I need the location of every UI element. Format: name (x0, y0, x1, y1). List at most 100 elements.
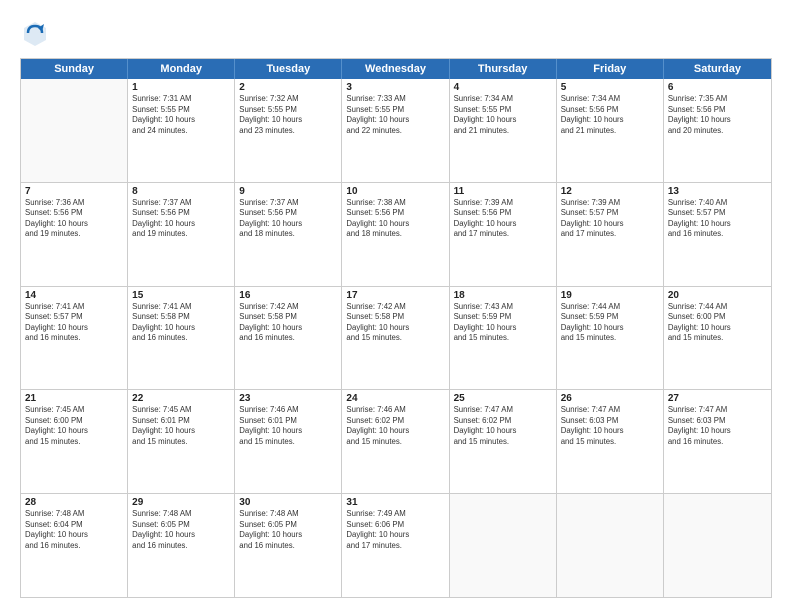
calendar-cell: 12Sunrise: 7:39 AMSunset: 5:57 PMDayligh… (557, 183, 664, 286)
day-info: Sunrise: 7:37 AMSunset: 5:56 PMDaylight:… (132, 198, 230, 240)
day-info: Sunrise: 7:44 AMSunset: 5:59 PMDaylight:… (561, 302, 659, 344)
day-number: 15 (132, 290, 230, 301)
header-day-friday: Friday (557, 59, 664, 79)
day-number: 1 (132, 82, 230, 93)
calendar-cell: 20Sunrise: 7:44 AMSunset: 6:00 PMDayligh… (664, 287, 771, 390)
calendar-week-5: 28Sunrise: 7:48 AMSunset: 6:04 PMDayligh… (21, 494, 771, 597)
day-number: 19 (561, 290, 659, 301)
calendar-cell: 2Sunrise: 7:32 AMSunset: 5:55 PMDaylight… (235, 79, 342, 182)
calendar-cell: 9Sunrise: 7:37 AMSunset: 5:56 PMDaylight… (235, 183, 342, 286)
day-number: 13 (668, 186, 767, 197)
calendar-cell: 3Sunrise: 7:33 AMSunset: 5:55 PMDaylight… (342, 79, 449, 182)
day-number: 18 (454, 290, 552, 301)
calendar-cell: 17Sunrise: 7:42 AMSunset: 5:58 PMDayligh… (342, 287, 449, 390)
calendar-cell: 28Sunrise: 7:48 AMSunset: 6:04 PMDayligh… (21, 494, 128, 597)
day-info: Sunrise: 7:42 AMSunset: 5:58 PMDaylight:… (239, 302, 337, 344)
day-info: Sunrise: 7:45 AMSunset: 6:01 PMDaylight:… (132, 405, 230, 447)
calendar-header: SundayMondayTuesdayWednesdayThursdayFrid… (21, 59, 771, 79)
day-info: Sunrise: 7:35 AMSunset: 5:56 PMDaylight:… (668, 94, 767, 136)
calendar-cell: 16Sunrise: 7:42 AMSunset: 5:58 PMDayligh… (235, 287, 342, 390)
day-info: Sunrise: 7:37 AMSunset: 5:56 PMDaylight:… (239, 198, 337, 240)
day-number: 8 (132, 186, 230, 197)
day-info: Sunrise: 7:34 AMSunset: 5:55 PMDaylight:… (454, 94, 552, 136)
header-day-thursday: Thursday (450, 59, 557, 79)
calendar-cell: 25Sunrise: 7:47 AMSunset: 6:02 PMDayligh… (450, 390, 557, 493)
day-info: Sunrise: 7:46 AMSunset: 6:02 PMDaylight:… (346, 405, 444, 447)
day-info: Sunrise: 7:36 AMSunset: 5:56 PMDaylight:… (25, 198, 123, 240)
calendar-cell: 21Sunrise: 7:45 AMSunset: 6:00 PMDayligh… (21, 390, 128, 493)
day-info: Sunrise: 7:47 AMSunset: 6:02 PMDaylight:… (454, 405, 552, 447)
day-number: 11 (454, 186, 552, 197)
calendar: SundayMondayTuesdayWednesdayThursdayFrid… (20, 58, 772, 598)
header-day-tuesday: Tuesday (235, 59, 342, 79)
day-number: 7 (25, 186, 123, 197)
day-number: 24 (346, 393, 444, 404)
calendar-cell: 14Sunrise: 7:41 AMSunset: 5:57 PMDayligh… (21, 287, 128, 390)
day-info: Sunrise: 7:40 AMSunset: 5:57 PMDaylight:… (668, 198, 767, 240)
day-info: Sunrise: 7:43 AMSunset: 5:59 PMDaylight:… (454, 302, 552, 344)
calendar-cell: 19Sunrise: 7:44 AMSunset: 5:59 PMDayligh… (557, 287, 664, 390)
day-number: 26 (561, 393, 659, 404)
calendar-cell: 26Sunrise: 7:47 AMSunset: 6:03 PMDayligh… (557, 390, 664, 493)
day-number: 20 (668, 290, 767, 301)
calendar-cell: 15Sunrise: 7:41 AMSunset: 5:58 PMDayligh… (128, 287, 235, 390)
day-number: 16 (239, 290, 337, 301)
day-info: Sunrise: 7:39 AMSunset: 5:56 PMDaylight:… (454, 198, 552, 240)
day-info: Sunrise: 7:44 AMSunset: 6:00 PMDaylight:… (668, 302, 767, 344)
day-info: Sunrise: 7:48 AMSunset: 6:05 PMDaylight:… (132, 509, 230, 551)
header (20, 18, 772, 48)
day-info: Sunrise: 7:45 AMSunset: 6:00 PMDaylight:… (25, 405, 123, 447)
day-info: Sunrise: 7:34 AMSunset: 5:56 PMDaylight:… (561, 94, 659, 136)
day-number: 25 (454, 393, 552, 404)
calendar-cell (664, 494, 771, 597)
day-info: Sunrise: 7:49 AMSunset: 6:06 PMDaylight:… (346, 509, 444, 551)
day-number: 29 (132, 497, 230, 508)
day-info: Sunrise: 7:31 AMSunset: 5:55 PMDaylight:… (132, 94, 230, 136)
day-number: 6 (668, 82, 767, 93)
day-number: 12 (561, 186, 659, 197)
day-number: 3 (346, 82, 444, 93)
day-number: 2 (239, 82, 337, 93)
day-number: 22 (132, 393, 230, 404)
day-info: Sunrise: 7:41 AMSunset: 5:58 PMDaylight:… (132, 302, 230, 344)
day-info: Sunrise: 7:38 AMSunset: 5:56 PMDaylight:… (346, 198, 444, 240)
day-number: 23 (239, 393, 337, 404)
header-day-sunday: Sunday (21, 59, 128, 79)
day-number: 30 (239, 497, 337, 508)
calendar-cell: 18Sunrise: 7:43 AMSunset: 5:59 PMDayligh… (450, 287, 557, 390)
day-number: 31 (346, 497, 444, 508)
calendar-cell: 10Sunrise: 7:38 AMSunset: 5:56 PMDayligh… (342, 183, 449, 286)
calendar-cell: 4Sunrise: 7:34 AMSunset: 5:55 PMDaylight… (450, 79, 557, 182)
day-number: 5 (561, 82, 659, 93)
calendar-cell: 29Sunrise: 7:48 AMSunset: 6:05 PMDayligh… (128, 494, 235, 597)
day-number: 27 (668, 393, 767, 404)
logo-icon (20, 18, 50, 48)
day-number: 17 (346, 290, 444, 301)
day-number: 9 (239, 186, 337, 197)
day-number: 14 (25, 290, 123, 301)
day-info: Sunrise: 7:33 AMSunset: 5:55 PMDaylight:… (346, 94, 444, 136)
calendar-week-1: 1Sunrise: 7:31 AMSunset: 5:55 PMDaylight… (21, 79, 771, 183)
calendar-cell: 13Sunrise: 7:40 AMSunset: 5:57 PMDayligh… (664, 183, 771, 286)
calendar-cell: 1Sunrise: 7:31 AMSunset: 5:55 PMDaylight… (128, 79, 235, 182)
calendar-cell: 8Sunrise: 7:37 AMSunset: 5:56 PMDaylight… (128, 183, 235, 286)
header-day-saturday: Saturday (664, 59, 771, 79)
day-info: Sunrise: 7:42 AMSunset: 5:58 PMDaylight:… (346, 302, 444, 344)
day-info: Sunrise: 7:46 AMSunset: 6:01 PMDaylight:… (239, 405, 337, 447)
calendar-week-3: 14Sunrise: 7:41 AMSunset: 5:57 PMDayligh… (21, 287, 771, 391)
day-info: Sunrise: 7:41 AMSunset: 5:57 PMDaylight:… (25, 302, 123, 344)
calendar-week-2: 7Sunrise: 7:36 AMSunset: 5:56 PMDaylight… (21, 183, 771, 287)
calendar-cell: 23Sunrise: 7:46 AMSunset: 6:01 PMDayligh… (235, 390, 342, 493)
day-info: Sunrise: 7:48 AMSunset: 6:05 PMDaylight:… (239, 509, 337, 551)
calendar-body: 1Sunrise: 7:31 AMSunset: 5:55 PMDaylight… (21, 79, 771, 597)
calendar-cell: 30Sunrise: 7:48 AMSunset: 6:05 PMDayligh… (235, 494, 342, 597)
day-number: 21 (25, 393, 123, 404)
day-info: Sunrise: 7:47 AMSunset: 6:03 PMDaylight:… (561, 405, 659, 447)
day-info: Sunrise: 7:32 AMSunset: 5:55 PMDaylight:… (239, 94, 337, 136)
day-info: Sunrise: 7:48 AMSunset: 6:04 PMDaylight:… (25, 509, 123, 551)
calendar-week-4: 21Sunrise: 7:45 AMSunset: 6:00 PMDayligh… (21, 390, 771, 494)
calendar-cell (21, 79, 128, 182)
day-number: 4 (454, 82, 552, 93)
calendar-cell: 7Sunrise: 7:36 AMSunset: 5:56 PMDaylight… (21, 183, 128, 286)
day-info: Sunrise: 7:47 AMSunset: 6:03 PMDaylight:… (668, 405, 767, 447)
